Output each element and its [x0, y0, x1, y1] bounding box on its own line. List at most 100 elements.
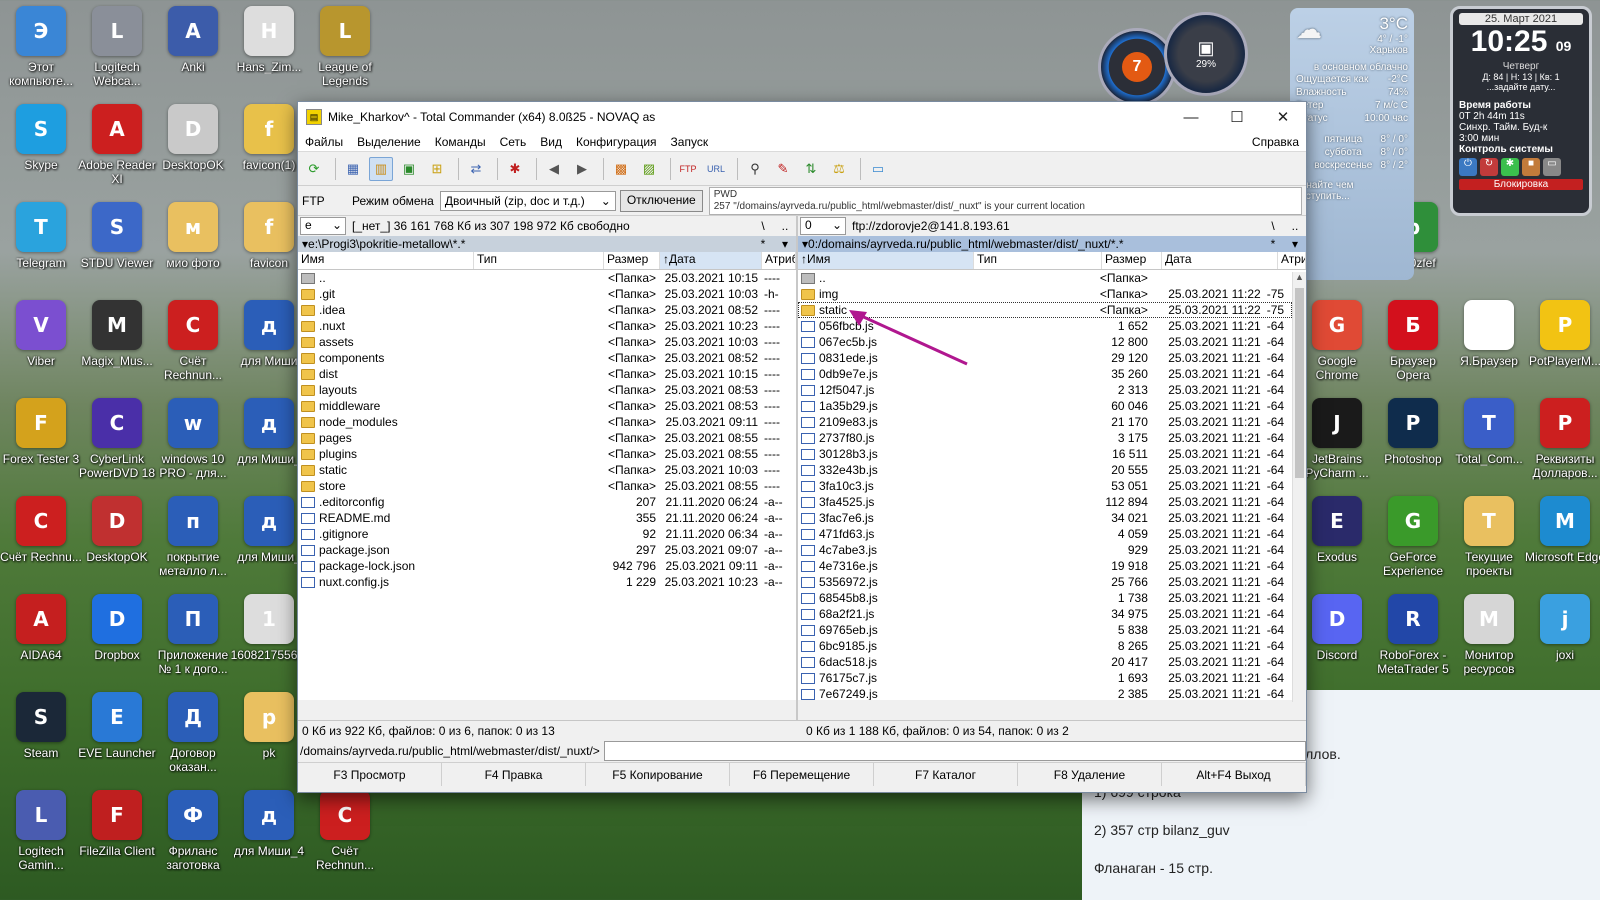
- lock-button[interactable]: Блокировка: [1459, 179, 1583, 190]
- menu-help[interactable]: Справка: [1245, 135, 1306, 149]
- desktop-icon[interactable]: A AIDA64: [0, 594, 82, 690]
- desktop-icon[interactable]: C CyberLink PowerDVD 18: [76, 398, 158, 494]
- f6-move-button[interactable]: F6 Перемещение: [730, 763, 874, 786]
- desktop-icon[interactable]: D DesktopOK: [76, 496, 158, 592]
- display-icon[interactable]: ▭: [1543, 158, 1561, 176]
- file-row[interactable]: 4c7abe3.js 929 25.03.2021 11:21 -64: [798, 542, 1292, 558]
- desktop-icon[interactable]: E EVE Launcher: [76, 692, 158, 788]
- file-row[interactable]: 30128b3.js 16 511 25.03.2021 11:21 -64: [798, 446, 1292, 462]
- f4-edit-button[interactable]: F4 Правка: [442, 763, 586, 786]
- desktop-icon[interactable]: Я Я.Браузер: [1448, 300, 1530, 396]
- favorites-star-icon[interactable]: *: [752, 237, 774, 251]
- disconnect-button[interactable]: Отключение: [619, 189, 703, 212]
- desktop-icon[interactable]: G Google Chrome: [1296, 300, 1378, 396]
- desktop-icon[interactable]: A Adobe Reader XI: [76, 104, 158, 200]
- file-row[interactable]: nuxt.config.js 1 229 25.03.2021 10:23 -a--: [298, 574, 796, 590]
- desktop-icon[interactable]: F Forex Tester 3: [0, 398, 82, 494]
- menu-files[interactable]: Файлы: [298, 135, 350, 149]
- file-row[interactable]: 3fa4525.js 112 894 25.03.2021 11:21 -64: [798, 494, 1292, 510]
- col-name[interactable]: ↑Имя: [798, 252, 974, 269]
- col-date[interactable]: ↑Дата: [660, 252, 762, 269]
- file-row[interactable]: package.json 297 25.03.2021 09:07 -a--: [298, 542, 796, 558]
- col-type[interactable]: Тип: [474, 252, 604, 269]
- brief-view-icon[interactable]: ▦: [341, 157, 365, 181]
- ftp-connect-icon[interactable]: FTP: [676, 157, 700, 181]
- file-row[interactable]: node_modules <Папка> 25.03.2021 09:11 ----: [298, 414, 796, 430]
- desktop-icon[interactable]: w windows 10 PRO - для...: [152, 398, 234, 494]
- forward-icon[interactable]: ▶: [570, 157, 594, 181]
- root-button[interactable]: \: [1262, 219, 1284, 233]
- back-icon[interactable]: ◀: [542, 157, 566, 181]
- invert-selection-icon[interactable]: ⇄: [464, 157, 488, 181]
- full-view-icon[interactable]: ▥: [369, 156, 393, 181]
- select-icon[interactable]: ✱: [503, 157, 527, 181]
- history-dropdown-icon[interactable]: ▾: [1284, 237, 1306, 251]
- desktop-icon[interactable]: M Magix_Mus...: [76, 300, 158, 396]
- desktop-icon[interactable]: D Discord: [1296, 594, 1378, 690]
- desktop-icon[interactable]: L League of Legends: [304, 6, 386, 102]
- file-row[interactable]: .editorconfig 207 21.11.2020 06:24 -a--: [298, 494, 796, 510]
- desktop-icon[interactable]: R RoboForex - MetaTrader 5: [1372, 594, 1454, 690]
- desktop-icon[interactable]: S Skype: [0, 104, 82, 200]
- menu-commands[interactable]: Команды: [428, 135, 493, 149]
- title-bar[interactable]: ▤ Mike_Kharkov^ - Total Commander (x64) …: [298, 102, 1306, 132]
- desktop-icon[interactable]: П Приложение № 1 к дого...: [152, 594, 234, 690]
- right-path[interactable]: 0:/domains/ayrveda.ru/public_html/webmas…: [808, 237, 1262, 251]
- timer-value[interactable]: 3:00 мин: [1459, 133, 1583, 144]
- menu-network[interactable]: Сеть: [493, 135, 534, 149]
- notepad-icon[interactable]: ▭: [866, 157, 890, 181]
- menu-start[interactable]: Запуск: [664, 135, 716, 149]
- col-attr[interactable]: Атриб: [1278, 252, 1306, 269]
- file-row[interactable]: 2737f80.js 3 175 25.03.2021 11:21 -64: [798, 430, 1292, 446]
- desktop-icon[interactable]: Ф Фриланс заготовка: [152, 790, 234, 886]
- file-row[interactable]: 4e7316e.js 19 918 25.03.2021 11:21 -64: [798, 558, 1292, 574]
- desktop-icon[interactable]: P Photoshop: [1372, 398, 1454, 494]
- file-row[interactable]: 12f5047.js 2 313 25.03.2021 11:21 -64: [798, 382, 1292, 398]
- desktop-icon[interactable]: A Anki: [152, 6, 234, 102]
- multi-rename-icon[interactable]: ✎: [771, 157, 795, 181]
- f5-copy-button[interactable]: F5 Копирование: [586, 763, 730, 786]
- col-attr[interactable]: Атриб: [762, 252, 796, 269]
- file-row[interactable]: 2109e83.js 21 170 25.03.2021 11:21 -64: [798, 414, 1292, 430]
- file-row[interactable]: components <Папка> 25.03.2021 08:52 ----: [298, 350, 796, 366]
- file-row[interactable]: 7e67249.js 2 385 25.03.2021 11:21 -64: [798, 686, 1292, 700]
- refresh-icon[interactable]: ⟳: [302, 157, 326, 181]
- f3-view-button[interactable]: F3 Просмотр: [298, 763, 442, 786]
- file-row[interactable]: 1a35b29.js 60 046 25.03.2021 11:21 -64: [798, 398, 1292, 414]
- file-row[interactable]: img <Папка> 25.03.2021 11:22 -75: [798, 286, 1292, 302]
- file-row[interactable]: 5356972.js 25 766 25.03.2021 11:21 -64: [798, 574, 1292, 590]
- desktop-icon[interactable]: С Счёт Rechnu...: [0, 496, 82, 592]
- menu-view[interactable]: Вид: [533, 135, 569, 149]
- desktop-icon[interactable]: L Logitech Webca...: [76, 6, 158, 102]
- left-path[interactable]: e:\Progi3\pokritie-metallow\*.*: [308, 237, 752, 251]
- desktop-icon[interactable]: E Exodus: [1296, 496, 1378, 592]
- file-row[interactable]: package-lock.json 942 796 25.03.2021 09:11…: [298, 558, 796, 574]
- desktop-icon[interactable]: T Total_Com...: [1448, 398, 1530, 494]
- desktop-icon[interactable]: д для Миши_4: [228, 790, 310, 886]
- desktop-icon[interactable]: D DesktopOK: [152, 104, 234, 200]
- file-row[interactable]: 471fd63.js 4 059 25.03.2021 11:21 -64: [798, 526, 1292, 542]
- desktop-icon[interactable]: С Счёт Rechnun...: [152, 300, 234, 396]
- desktop-icon[interactable]: S STDU Viewer: [76, 202, 158, 298]
- history-dropdown-icon[interactable]: ▾: [774, 237, 796, 251]
- url-connect-icon[interactable]: URL: [704, 157, 728, 181]
- desktop-icon[interactable]: H Hans_Zim...: [228, 6, 310, 102]
- tree-view-icon[interactable]: ⊞: [425, 157, 449, 181]
- desktop-icon[interactable]: L Logitech Gamin...: [0, 790, 82, 886]
- col-size[interactable]: Размер: [1102, 252, 1162, 269]
- desktop-icon[interactable]: M Microsoft Edge: [1524, 496, 1600, 592]
- close-button[interactable]: ✕: [1260, 102, 1306, 132]
- ftp-log[interactable]: PWD 257 "/domains/ayrveda.ru/public_html…: [708, 186, 1302, 215]
- col-date[interactable]: Дата: [1162, 252, 1278, 269]
- desktop-icon[interactable]: P PotPlayerM...: [1524, 300, 1600, 396]
- file-row[interactable]: 3fac7e6.js 34 021 25.03.2021 11:21 -64: [798, 510, 1292, 526]
- file-row[interactable]: 68a2f21.js 34 975 25.03.2021 11:21 -64: [798, 606, 1292, 622]
- desktop-icon[interactable]: S Steam: [0, 692, 82, 788]
- file-row[interactable]: 68545b8.js 1 738 25.03.2021 11:21 -64: [798, 590, 1292, 606]
- desktop-icon[interactable]: Б Браузер Opera: [1372, 300, 1454, 396]
- desktop-icon[interactable]: Э Этот компьюте...: [0, 6, 82, 102]
- compare-icon[interactable]: ⚖: [827, 157, 851, 181]
- command-line-input[interactable]: [603, 741, 1306, 761]
- desktop-icon[interactable]: F FileZilla Client: [76, 790, 158, 886]
- pack-icon[interactable]: ▩: [609, 157, 633, 181]
